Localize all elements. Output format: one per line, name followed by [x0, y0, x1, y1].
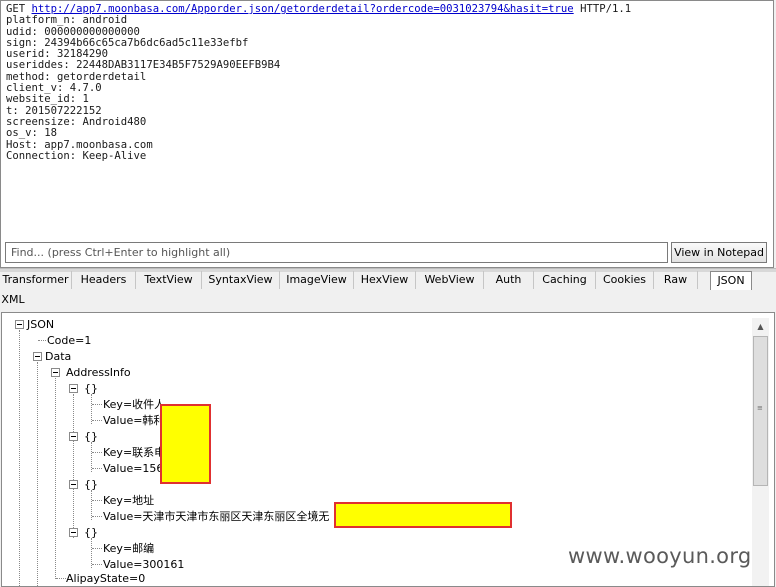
tree-node-code[interactable]: Code=1 [47, 334, 91, 347]
tab-webview[interactable]: WebView [416, 271, 484, 289]
header-line: website_id: 1 [6, 93, 89, 106]
request-text: GET http://app7.moonbasa.com/Apporder.js… [6, 3, 632, 162]
tree-node-object[interactable]: {} [84, 430, 98, 443]
tree-connector [19, 330, 20, 586]
tree-node-value[interactable]: Value=300161 [103, 558, 184, 571]
header-line: screensize: Android480 [6, 115, 147, 128]
watermark: www.wooyun.org [568, 544, 752, 568]
tree-connector [92, 516, 102, 517]
request-method: GET [6, 3, 26, 15]
tree-connector [55, 378, 56, 579]
tab-imageview[interactable]: ImageView [280, 271, 354, 289]
collapse-toggle-icon[interactable] [51, 368, 60, 377]
header-line: userid: 32184290 [6, 48, 109, 61]
tree-connector [92, 420, 102, 421]
tab-raw[interactable]: Raw [654, 271, 698, 289]
collapse-toggle-icon[interactable] [15, 320, 24, 329]
tab-auth[interactable]: Auth [484, 271, 534, 289]
scroll-up-icon[interactable]: ▲ [752, 318, 769, 335]
scroll-thumb[interactable]: ≡ [753, 336, 768, 486]
collapse-toggle-icon[interactable] [69, 480, 78, 489]
tab-transformer[interactable]: Transformer [0, 271, 72, 289]
tree-node-key[interactable]: Key=联系电 [103, 446, 165, 459]
tree-node-key[interactable]: Key=地址 [103, 494, 154, 507]
tree-node-key[interactable]: Key=邮编 [103, 542, 154, 555]
request-raw-pane[interactable]: GET http://app7.moonbasa.com/Apporder.js… [0, 0, 774, 268]
tree-connector [37, 362, 38, 586]
tree-node-data[interactable]: Data [45, 350, 71, 363]
tree-connector [73, 394, 74, 538]
tree-node-value[interactable]: Value=天津市天津市东丽区天津东丽区全境无 [103, 510, 329, 523]
collapse-toggle-icon[interactable] [69, 432, 78, 441]
tab-textview[interactable]: TextView [136, 271, 202, 289]
tab-cookies[interactable]: Cookies [596, 271, 654, 289]
header-line: t: 201507222152 [6, 104, 102, 117]
header-line: method: getorderdetail [6, 70, 147, 83]
header-line: useriddes: 22448DAB3117E34B5F7529A90EEFB… [6, 59, 281, 72]
find-placeholder: Find... (press Ctrl+Enter to highlight a… [11, 246, 231, 259]
header-line: platform_n: android [6, 14, 128, 27]
tree-connector [92, 548, 102, 549]
redaction-box [160, 404, 211, 484]
tab-syntaxview[interactable]: SyntaxView [202, 271, 280, 289]
collapse-toggle-icon[interactable] [33, 352, 42, 361]
tab-hexview[interactable]: HexView [354, 271, 416, 289]
tree-connector [92, 404, 102, 405]
tree-connector [92, 500, 102, 501]
request-url[interactable]: http://app7.moonbasa.com/Apporder.json/g… [32, 3, 574, 15]
tree-connector [92, 452, 102, 453]
tab-xml[interactable]: XML [0, 291, 26, 309]
view-in-notepad-button[interactable]: View in Notepad [671, 242, 767, 263]
tree-node-object[interactable]: {} [84, 478, 98, 491]
find-input[interactable]: Find... (press Ctrl+Enter to highlight a… [5, 242, 668, 263]
tab-json[interactable]: JSON [710, 271, 752, 290]
tree-node-key[interactable]: Key=收件人 [103, 398, 165, 411]
tree-node-object[interactable]: {} [84, 526, 98, 539]
tab-caching[interactable]: Caching [534, 271, 596, 289]
collapse-toggle-icon[interactable] [69, 384, 78, 393]
tree-connector [56, 578, 66, 579]
tab-headers[interactable]: Headers [72, 271, 136, 289]
tree-node-object[interactable]: {} [84, 382, 98, 395]
tree-node-value[interactable]: Value=韩利 [103, 414, 164, 427]
redaction-box [334, 502, 512, 528]
header-line: client_v: 4.7.0 [6, 82, 102, 95]
header-line: os_v: 18 [6, 127, 58, 140]
header-line: udid: 000000000000000 [6, 25, 140, 38]
tree-node-json-root[interactable]: JSON [27, 318, 54, 331]
tree-connector [38, 340, 46, 341]
tree-connector [92, 564, 102, 565]
tree-scrollbar[interactable]: ▲ ≡ [752, 318, 769, 586]
header-line: sign: 24394b66c65ca7b6dc6ad5c11e33efbf [6, 36, 249, 49]
tree-node-alipaystate[interactable]: AlipayState=0 [66, 572, 145, 585]
header-line: Connection: Keep-Alive [6, 149, 147, 162]
header-line: Host: app7.moonbasa.com [6, 138, 153, 151]
collapse-toggle-icon[interactable] [69, 528, 78, 537]
response-tab-bar: Transformer Headers TextView SyntaxView … [0, 271, 776, 290]
request-protocol: HTTP/1.1 [580, 3, 632, 15]
tree-connector [92, 468, 102, 469]
tree-node-addressinfo[interactable]: AddressInfo [66, 366, 131, 379]
